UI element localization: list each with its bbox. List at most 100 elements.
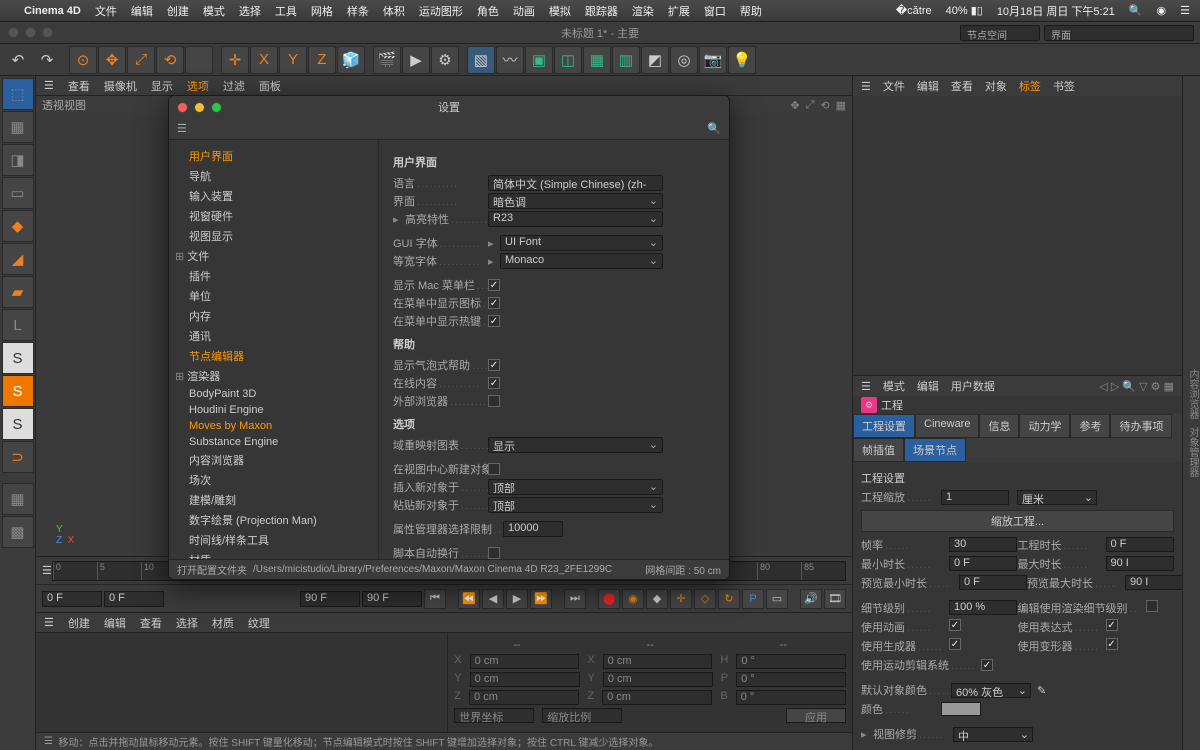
- axis-center-tool[interactable]: ✛: [221, 46, 249, 74]
- use-anim-checkbox[interactable]: [949, 619, 961, 631]
- expand-icon[interactable]: ▸: [861, 728, 873, 741]
- dialog-zoom-button[interactable]: [211, 102, 222, 113]
- control-center-icon[interactable]: ☰: [1180, 4, 1190, 17]
- menu-select[interactable]: 选择: [239, 3, 261, 19]
- dialog-titlebar[interactable]: 设置: [169, 96, 729, 118]
- script-autowrap-checkbox[interactable]: [488, 547, 500, 559]
- dialog-search-icon[interactable]: 🔍: [707, 122, 721, 135]
- key-rot-button[interactable]: ↻: [718, 589, 740, 609]
- scale-project-button[interactable]: 缩放工程...: [861, 510, 1174, 532]
- prev-key-button[interactable]: ⏪: [458, 589, 480, 609]
- apply-button[interactable]: 应用: [786, 708, 846, 723]
- menu-volume[interactable]: 体积: [383, 3, 405, 19]
- center-new-checkbox[interactable]: [488, 463, 500, 475]
- max-time-field[interactable]: 90 I: [1106, 556, 1174, 571]
- om-tab-view[interactable]: 查看: [951, 78, 973, 94]
- undo-button[interactable]: ↶: [4, 46, 32, 74]
- menu-simulate[interactable]: 模拟: [549, 3, 571, 19]
- menu-spline[interactable]: 样条: [347, 3, 369, 19]
- axis-z-lock[interactable]: Z: [308, 46, 336, 74]
- pos-y-field[interactable]: 0 cm: [470, 672, 580, 687]
- prefs-tree-item[interactable]: 数字绘景 (Projection Man): [169, 510, 378, 530]
- play-forward-button[interactable]: ▶: [506, 589, 528, 609]
- mat-tab-edit[interactable]: 编辑: [104, 615, 126, 631]
- prefs-tree-item[interactable]: 插件: [169, 266, 378, 286]
- last-tool[interactable]: [185, 46, 213, 74]
- menu-tools[interactable]: 工具: [275, 3, 297, 19]
- prefs-tree-item[interactable]: Moves by Maxon: [169, 418, 378, 434]
- prefs-tree-item[interactable]: 材质: [169, 550, 378, 559]
- theme-select[interactable]: 暗色调: [488, 193, 663, 209]
- prefs-tree-item[interactable]: 输入装置: [169, 186, 378, 206]
- pencil-icon[interactable]: ✎: [1037, 684, 1046, 697]
- point-mode-button[interactable]: ◆: [2, 210, 34, 242]
- open-prefs-folder-link[interactable]: 打开配置文件夹: [177, 562, 247, 577]
- menu-icons-checkbox[interactable]: ✓: [488, 297, 500, 309]
- texture-mode-button[interactable]: ◨: [2, 144, 34, 176]
- vp-panel-icon[interactable]: ▦: [836, 99, 846, 112]
- range-start-field[interactable]: 0 F: [42, 591, 102, 607]
- range-end-field[interactable]: 90 F: [300, 591, 360, 607]
- preview-min-field[interactable]: 0 F: [959, 575, 1027, 590]
- am-tab-userdata[interactable]: 用户数据: [951, 378, 995, 394]
- preview-max-field[interactable]: 90 I: [1125, 575, 1182, 590]
- am-tab-mode[interactable]: 模式: [883, 378, 905, 394]
- prefs-tree-item[interactable]: 通讯: [169, 326, 378, 346]
- om-hamburger-icon[interactable]: ☰: [861, 80, 871, 93]
- workplane-snap-button[interactable]: ▩: [2, 516, 34, 548]
- hamburger-icon[interactable]: ☰: [44, 79, 54, 92]
- layout-dropdown[interactable]: 界面: [1044, 25, 1194, 41]
- s-mode-1-button[interactable]: S: [2, 342, 34, 374]
- attr-tab-dynamics[interactable]: 动力学: [1019, 414, 1070, 438]
- menu-character[interactable]: 角色: [477, 3, 499, 19]
- fps-field[interactable]: 30: [949, 537, 1017, 552]
- key-param-button[interactable]: P: [742, 589, 764, 609]
- workplane-button[interactable]: ▭: [2, 177, 34, 209]
- min-time-field[interactable]: 0 F: [949, 556, 1017, 571]
- attr-limit-field[interactable]: 10000: [503, 521, 563, 537]
- dialog-minimize-button[interactable]: [194, 102, 205, 113]
- render-settings-button[interactable]: ⚙: [431, 46, 459, 74]
- duration-field[interactable]: 0 F: [1106, 537, 1174, 552]
- mograph-button[interactable]: ▦: [583, 46, 611, 74]
- mat-tab-select[interactable]: 选择: [176, 615, 198, 631]
- search-icon[interactable]: 🔍: [1129, 4, 1143, 17]
- anim-mode-button[interactable]: 🎞: [824, 589, 846, 609]
- gui-font-select[interactable]: UI Font: [500, 235, 663, 251]
- bubble-help-checkbox[interactable]: ✓: [488, 359, 500, 371]
- dialog-close-button[interactable]: [177, 102, 188, 113]
- menu-hotkeys-checkbox[interactable]: ✓: [488, 315, 500, 327]
- am-nav-icons[interactable]: ◁ ▷ 🔍 ▽ ⚙ ▦: [1099, 380, 1174, 393]
- view-tab-camera[interactable]: 摄像机: [104, 78, 137, 94]
- om-tab-file[interactable]: 文件: [883, 78, 905, 94]
- siri-icon[interactable]: ◉: [1157, 4, 1167, 17]
- record-button[interactable]: ⬤: [598, 589, 620, 609]
- attr-tab-interp[interactable]: 帧插值: [853, 438, 904, 462]
- prefs-tree-item[interactable]: Houdini Engine: [169, 402, 378, 418]
- cube-primitive-button[interactable]: ▧: [467, 46, 495, 74]
- object-manager-panel[interactable]: [853, 96, 1182, 375]
- vp-nav-icon[interactable]: ✥: [790, 99, 799, 112]
- prefs-tree-item[interactable]: 场次: [169, 470, 378, 490]
- rotate-tool[interactable]: ⟲: [156, 46, 184, 74]
- mat-hamburger-icon[interactable]: ☰: [44, 616, 54, 629]
- workplane-grid-button[interactable]: ▦: [2, 483, 34, 515]
- attr-tab-project[interactable]: 工程设置: [853, 414, 915, 438]
- prefs-tree-item[interactable]: 视窗硬件: [169, 206, 378, 226]
- magnet-button[interactable]: ⊃: [2, 441, 34, 473]
- axis-mode-button[interactable]: L: [2, 309, 34, 341]
- attr-tab-reference[interactable]: 参考: [1070, 414, 1110, 438]
- use-expr-checkbox[interactable]: [1106, 619, 1118, 631]
- prefs-tree[interactable]: 用户界面导航输入装置视窗硬件视图显示文件插件单位内存通讯节点编辑器渲染器Body…: [169, 140, 379, 559]
- prefs-tree-item[interactable]: 文件: [169, 246, 378, 266]
- render-lod-checkbox[interactable]: [1146, 600, 1158, 612]
- menu-extensions[interactable]: 扩展: [668, 3, 690, 19]
- view-clip-select[interactable]: 中: [953, 727, 1033, 742]
- key-scl-button[interactable]: ◇: [694, 589, 716, 609]
- dialog-hamburger-icon[interactable]: ☰: [177, 122, 187, 135]
- fields-button[interactable]: ▥: [612, 46, 640, 74]
- sound-button[interactable]: 🔊: [800, 589, 822, 609]
- scale-tool[interactable]: ⤢: [127, 46, 155, 74]
- view-tab-view[interactable]: 查看: [68, 78, 90, 94]
- pos-z-field[interactable]: 0 cm: [469, 690, 579, 705]
